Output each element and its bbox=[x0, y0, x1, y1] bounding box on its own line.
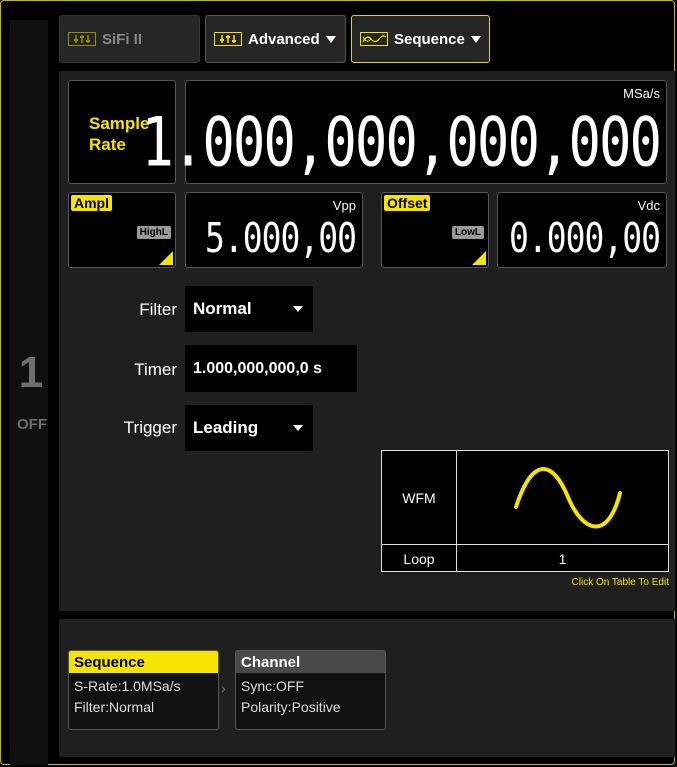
timer-value: 1.000,000,000,0 s bbox=[193, 359, 323, 377]
channel-number: 1 bbox=[18, 348, 44, 397]
offset-unit: Vdc bbox=[637, 198, 660, 213]
mixer-icon bbox=[214, 32, 242, 46]
sequence-table[interactable]: WFM Loop 1 bbox=[381, 450, 669, 572]
chevron-down-icon bbox=[325, 35, 336, 43]
chevron-right-icon: › bbox=[221, 680, 226, 696]
tab-sifi[interactable]: SiFi II bbox=[59, 15, 200, 63]
sequence-card[interactable]: Sequence S-Rate:1.0MSa/s Filter:Normal bbox=[68, 650, 219, 730]
corner-toggle-icon bbox=[472, 251, 486, 265]
ampl-softkey[interactable]: Ampl HighL bbox=[68, 192, 176, 268]
corner-toggle-icon bbox=[159, 251, 173, 265]
highl-tag: HighL bbox=[136, 226, 171, 239]
table-edit-hint: Click On Table To Edit bbox=[571, 577, 669, 588]
channel-output-state: OFF bbox=[17, 416, 47, 433]
tab-sequence-label: Sequence bbox=[394, 30, 465, 48]
tab-sequence[interactable]: Sequence bbox=[351, 15, 490, 63]
ampl-unit: Vpp bbox=[332, 198, 356, 213]
sequence-card-srate: S-Rate:1.0MSa/s bbox=[74, 678, 181, 694]
lowl-tag: LowL bbox=[451, 226, 484, 239]
offset-tag: Offset bbox=[384, 195, 431, 211]
ampl-tag: Ampl bbox=[71, 195, 112, 211]
sequence-card-title: Sequence bbox=[69, 651, 218, 673]
wfm-label: WFM bbox=[402, 490, 436, 506]
ampl-value: 5.000,00 bbox=[205, 213, 357, 262]
sequence-card-filter: Filter:Normal bbox=[74, 699, 155, 715]
sine-wave-icon[interactable] bbox=[508, 461, 628, 533]
mixer-icon bbox=[68, 32, 96, 46]
tab-sifi-label: SiFi II bbox=[102, 30, 143, 48]
filter-value: Normal bbox=[193, 299, 252, 318]
timer-input[interactable]: 1.000,000,000,0 s bbox=[185, 345, 357, 392]
table-divider-horizontal bbox=[382, 544, 668, 545]
tab-advanced-label: Advanced bbox=[248, 30, 320, 48]
trigger-label: Trigger bbox=[123, 418, 177, 437]
channel-card-sync: Sync:OFF bbox=[241, 678, 305, 694]
timer-label: Timer bbox=[134, 360, 177, 379]
channel-card-title: Channel bbox=[236, 651, 385, 673]
trigger-value: Leading bbox=[193, 418, 259, 437]
chevron-down-icon bbox=[293, 425, 303, 431]
channel-card-polarity: Polarity:Positive bbox=[241, 699, 341, 715]
trigger-select[interactable]: Leading bbox=[185, 405, 313, 451]
offset-value: 0.000,00 bbox=[509, 213, 661, 262]
sample-rate-display[interactable]: MSa/s 1.000,000,000,000 bbox=[141, 80, 667, 184]
channel-card[interactable]: Channel Sync:OFF Polarity:Positive bbox=[235, 650, 386, 730]
filter-label: Filter bbox=[139, 300, 177, 319]
sample-rate-value: 1.000,000,000,000 bbox=[141, 103, 662, 182]
offset-softkey[interactable]: Offset LowL bbox=[381, 192, 489, 268]
sample-rate-unit: MSa/s bbox=[623, 86, 660, 101]
loop-value[interactable]: 1 bbox=[457, 551, 668, 567]
offset-display[interactable]: Vdc 0.000,00 bbox=[497, 192, 667, 268]
chevron-down-icon bbox=[470, 35, 481, 43]
ampl-display[interactable]: Vpp 5.000,00 bbox=[185, 192, 363, 268]
chevron-down-icon bbox=[293, 306, 303, 312]
loop-label: Loop bbox=[403, 551, 435, 567]
filter-select[interactable]: Normal bbox=[185, 286, 313, 332]
sample-rate-label-line2: Rate bbox=[89, 135, 126, 154]
tab-advanced[interactable]: Advanced bbox=[205, 15, 346, 63]
sequence-wave-icon bbox=[360, 32, 388, 46]
